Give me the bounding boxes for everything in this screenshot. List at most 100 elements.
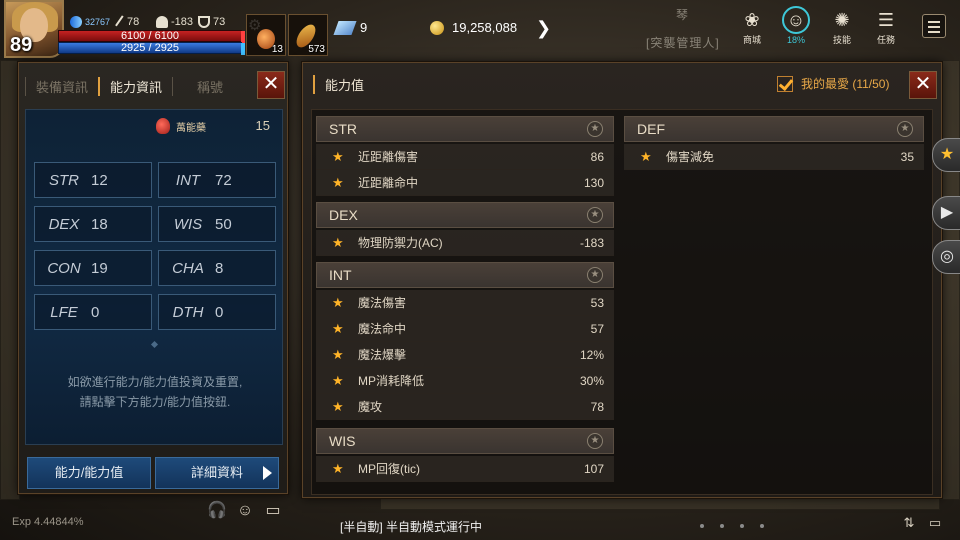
star-icon: ★ (939, 146, 955, 163)
list-item: ★ 近距離傷害 86 (316, 144, 614, 170)
emoji-icon[interactable]: ☺ (234, 500, 256, 522)
close-left-panel-button[interactable]: ✕ (257, 71, 285, 99)
row-value: 130 (583, 176, 604, 190)
crystal-icon (333, 20, 357, 35)
row-label: 近距離傷害 (358, 150, 419, 164)
star-icon[interactable]: ★ (332, 342, 344, 368)
quick-slot-potion[interactable]: 13 (246, 14, 286, 56)
quest-scroll-icon: ☰ (877, 10, 895, 30)
stat-wis-value: 50 (215, 215, 232, 233)
stat-dex: DEX 18 (34, 206, 152, 242)
star-icon[interactable]: ★ (332, 170, 344, 196)
favorite-star-icon[interactable]: ★ (897, 121, 913, 137)
close-right-panel-button[interactable]: ✕ (909, 71, 937, 99)
shop-button[interactable]: ❀ 商城 (732, 8, 772, 46)
row-label: 近距離命中 (358, 176, 419, 190)
progress-button[interactable]: ☺ 18% (776, 6, 816, 45)
star-icon[interactable]: ★ (332, 394, 344, 420)
mp-bar-end (241, 43, 245, 55)
group-header-str: STR ★ (316, 116, 614, 142)
power-value: 32767 (85, 17, 111, 27)
list-item: ★ 魔法爆擊 12% (316, 342, 614, 368)
group-header-dex: DEX ★ (316, 202, 614, 228)
stat-lfe-key: LFE (50, 303, 78, 321)
star-icon[interactable]: ★ (640, 144, 652, 170)
group-str-label: STR (329, 121, 357, 137)
list-item: ★ 近距離命中 130 (316, 170, 614, 196)
star-icon[interactable]: ★ (332, 144, 344, 170)
crystal-currency: 9 (333, 20, 367, 35)
row-label: 魔法傷害 (358, 296, 407, 310)
skill-label: 技能 (832, 35, 851, 45)
favorite-star-icon[interactable]: ★ (587, 267, 603, 283)
star-icon[interactable]: ★ (332, 316, 344, 342)
row-label: 魔攻 (358, 400, 383, 414)
trophy-icon (198, 16, 210, 28)
page-dot (700, 524, 704, 528)
row-label: 魔法爆擊 (358, 348, 407, 362)
quest-button[interactable]: ☰ 任務 (866, 8, 906, 46)
main-menu-button[interactable] (922, 14, 946, 38)
ability-values-list: STR ★ ★ 近距離傷害 86 ★ 近距離命中 130 DEX ★ ★ 物理防禦力(AC… (311, 109, 933, 495)
page-dot (760, 524, 764, 528)
checkbox-icon (777, 75, 793, 92)
character-info-panel: 裝備資訊 能力資訊 稱號 ✕ 萬能藥 15 STR 12 INT 72 DEX 18 … (18, 62, 288, 494)
chat-icon[interactable]: ▭ (262, 500, 284, 522)
star-icon[interactable]: ★ (332, 368, 344, 394)
row-label: 傷害減免 (666, 150, 715, 164)
group-header-int: INT ★ (316, 262, 614, 288)
close-icon: ✕ (914, 73, 932, 95)
row-label: MP消耗降低 (358, 374, 425, 388)
favorite-star-icon[interactable]: ★ (587, 121, 603, 137)
stat-str-key: STR (49, 171, 79, 189)
mp-text: 2925 / 2925 (120, 42, 180, 54)
group-header-def: DEF ★ (624, 116, 924, 142)
detail-info-button[interactable]: 詳細資料 (155, 457, 279, 489)
stat-lfe: LFE 0 (34, 294, 152, 330)
character-level: 89 (10, 34, 33, 56)
list-item: ★ 魔法傷害 53 (316, 290, 614, 316)
tab-ability-info[interactable]: 能力資訊 (98, 76, 172, 96)
stat-cha-value: 8 (215, 259, 224, 277)
row-value: 78 (590, 400, 604, 414)
trophy-stat: 73 (198, 14, 225, 30)
row-value: 57 (590, 322, 604, 336)
row-value: 107 (583, 462, 604, 476)
ability-points-button[interactable]: 能力/能力值 (27, 457, 151, 489)
side-play-button[interactable]: ▶ (932, 196, 960, 230)
skill-button[interactable]: ✺ 技能 (822, 8, 862, 46)
elixir-label-group: 萬能藥 (156, 118, 206, 134)
play-arrow-icon (263, 466, 272, 480)
star-icon[interactable]: ★ (332, 456, 344, 482)
group-header-wis: WIS ★ (316, 428, 614, 454)
blue-gem-icon (70, 16, 82, 28)
quick-slot-scroll[interactable]: 573 (288, 14, 328, 56)
favorite-star-icon[interactable]: ★ (587, 433, 603, 449)
trophy-value: 73 (213, 16, 226, 28)
group-wis-label: WIS (329, 433, 356, 449)
stat-con: CON 19 (34, 250, 152, 286)
row-value: 53 (590, 296, 604, 310)
side-swirl-button[interactable]: ◎ (932, 240, 960, 274)
chevron-right-icon[interactable]: ❯ (536, 18, 554, 38)
favorite-star-icon[interactable]: ★ (587, 207, 603, 223)
star-icon[interactable]: ★ (332, 290, 344, 316)
star-icon[interactable]: ★ (332, 230, 344, 256)
tab-equipment-info[interactable]: 裝備資訊 (25, 76, 98, 96)
headset-icon[interactable]: 🎧 (206, 500, 228, 522)
tab-title[interactable]: 稱號 (172, 76, 233, 96)
defense-stat: -183 (156, 14, 193, 30)
battery-icon: ▭ (928, 515, 942, 530)
shop-label: 商城 (742, 35, 761, 45)
menu-line (928, 21, 940, 23)
group-int-label: INT (329, 267, 352, 283)
sword-icon (115, 15, 127, 29)
gold-currency: 19,258,088 (430, 20, 517, 35)
sort-icon[interactable]: ⇅ (898, 512, 920, 534)
favorites-toggle[interactable]: 我的最愛 (11/50) (777, 75, 889, 92)
list-item: ★ 魔攻 78 (316, 394, 614, 420)
progress-label: 18% (786, 35, 805, 45)
side-favorite-button[interactable]: ★ (932, 138, 960, 172)
bottom-hud: Exp 4.44844% [半自動] 半自動模式運行中 (0, 508, 960, 540)
attack-stat: 78 (115, 14, 139, 30)
